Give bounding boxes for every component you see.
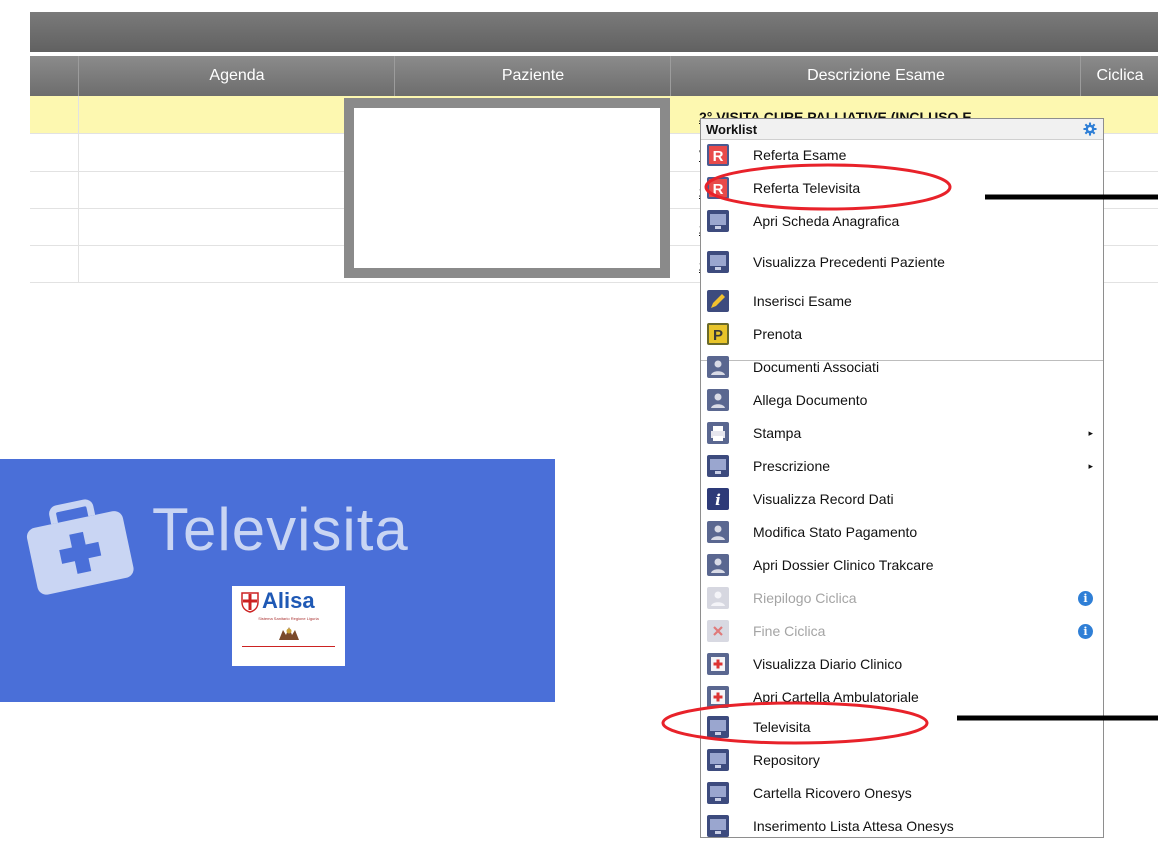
column-header-blank[interactable] [30,56,78,96]
monitor-icon [707,749,729,771]
medical-kit-icon [26,499,134,595]
menu-item-apri-dossier-clinico-trakcare[interactable]: Apri Dossier Clinico Trakcare [701,549,1103,582]
menu-item-label: Prescrizione [753,458,831,474]
menu-item-inserisci-esame[interactable]: Inserisci Esame [701,285,1103,318]
person-card-icon [707,554,729,576]
banner-title: Televisita [152,496,409,563]
p-booking-icon: P [707,323,729,345]
menu-item-prescrizione[interactable]: Prescrizione ▸ [701,450,1103,483]
referta-r-icon: R [707,177,729,199]
menu-item-label: Prenota [753,326,803,342]
monitor-icon [707,251,729,273]
menu-item-label: Apri Dossier Clinico Trakcare [753,557,934,573]
referta-r-icon: R [707,144,729,166]
column-header-ciclica[interactable]: Ciclica [1080,56,1158,96]
menu-item-stampa[interactable]: Stampa ▸ [701,417,1103,450]
monitor-icon [707,782,729,804]
menu-item-riepilogo-ciclica[interactable]: Riepilogo Ciclica i [701,582,1103,615]
menu-item-label: Referta Televisita [753,180,861,196]
medical-folder-icon [707,653,729,675]
svg-text:R: R [713,148,724,165]
person-card-icon [707,587,729,609]
column-header-descrizione[interactable]: Descrizione Esame [670,56,1081,96]
column-header-paziente[interactable]: Paziente [394,56,671,96]
menu-item-label: Riepilogo Ciclica [753,590,857,606]
row-cell-divider [78,96,79,133]
menu-item-label: Inserisci Esame [753,293,852,309]
menu-item-label: Allega Documento [753,392,868,408]
menu-item-label: Apri Cartella Ambulatoriale [753,689,919,705]
info-icon[interactable]: i [1078,591,1093,606]
alisa-logo: Alisa Sistema Sanitario Regione Liguria [232,586,345,666]
menu-item-label: Repository [753,752,820,768]
pencil-icon [707,290,729,312]
column-header-agenda[interactable]: Agenda [78,56,395,96]
menu-item-label: Inserimento Lista Attesa Onesys [753,818,954,834]
info-i-icon: i [707,488,729,510]
person-card-icon [707,356,729,378]
toolbar-band [30,12,1158,52]
menu-item-label: Apri Scheda Anagrafica [753,213,900,229]
menu-item-televisita[interactable]: Televisita [701,711,1103,744]
close-x-icon [707,620,729,642]
printer-icon [707,422,729,444]
person-card-icon [707,389,729,411]
menu-item-label: Televisita [753,719,811,735]
alisa-logo-footer [242,646,335,653]
menu-item-referta-esame[interactable]: R Referta Esame [701,139,1103,172]
alisa-logo-text: Alisa [262,588,315,613]
row-cell-divider [78,134,79,171]
menu-item-modifica-stato-pagamento[interactable]: Modifica Stato Pagamento [701,516,1103,549]
menu-item-label: Visualizza Diario Clinico [753,656,903,672]
menu-item-documenti-associati[interactable]: Documenti Associati [701,351,1103,384]
svg-text:i: i [715,491,721,509]
monitor-icon [707,815,729,837]
row-cell-divider [78,245,79,282]
row-cell-divider [78,208,79,245]
table-header: Agenda Paziente Descrizione Esame Ciclic… [30,56,1158,96]
menu-item-prenota[interactable]: P Prenota [701,318,1103,351]
menu-item-label: Fine Ciclica [753,623,826,639]
liguria-crest-icon [241,592,259,613]
monitor-icon [707,455,729,477]
menu-item-label: Cartella Ricovero Onesys [753,785,912,801]
row-cell-divider [78,171,79,208]
menu-item-inserimento-lista-attesa-onesys[interactable]: Inserimento Lista Attesa Onesys [701,810,1103,843]
menu-item-label: Visualizza Precedenti Paziente [753,254,945,270]
menu-item-label: Modifica Stato Pagamento [753,524,918,540]
menu-item-label: Referta Esame [753,147,847,163]
menu-item-apri-scheda-anagrafica[interactable]: Apri Scheda Anagrafica [701,205,1103,238]
alisa-logo-subtitle: Sistema Sanitario Regione Liguria [258,616,319,621]
menu-item-visualizza-record-dati[interactable]: i Visualizza Record Dati [701,483,1103,516]
menu-title: Worklist [706,122,758,137]
menu-header: Worklist [701,119,1103,140]
menu-item-label: Visualizza Record Dati [753,491,894,507]
worklist-context-menu: Worklist R Referta Esame R Referta Televisi… [700,118,1104,838]
menu-item-repository[interactable]: Repository [701,744,1103,777]
regional-emblem-icon [279,627,299,640]
menu-item-cartella-ricovero-onesys[interactable]: Cartella Ricovero Onesys [701,777,1103,810]
svg-text:R: R [713,181,724,198]
gear-icon[interactable] [1083,122,1097,136]
menu-item-allega-documento[interactable]: Allega Documento [701,384,1103,417]
submenu-arrow-icon: ▸ [1088,428,1093,438]
monitor-icon [707,716,729,738]
menu-item-apri-cartella-ambulatoriale[interactable]: Apri Cartella Ambulatoriale [701,681,1103,714]
menu-item-referta-televisita[interactable]: R Referta Televisita [701,172,1103,205]
menu-item-label: Documenti Associati [753,359,880,375]
submenu-arrow-icon: ▸ [1088,461,1093,471]
monitor-icon [707,210,729,232]
patient-redaction-box [344,98,670,278]
medical-folder-icon [707,686,729,708]
svg-text:P: P [713,327,723,344]
menu-item-visualizza-precedenti-paziente[interactable]: Visualizza Precedenti Paziente [701,246,1103,279]
menu-item-visualizza-diario-clinico[interactable]: Visualizza Diario Clinico [701,648,1103,681]
menu-item-label: Stampa [753,425,802,441]
televisita-banner: Televisita Alisa Sistema Sanitario Regio… [0,459,555,702]
info-icon[interactable]: i [1078,624,1093,639]
person-card-icon [707,521,729,543]
menu-item-fine-ciclica[interactable]: Fine Ciclica i [701,615,1103,648]
